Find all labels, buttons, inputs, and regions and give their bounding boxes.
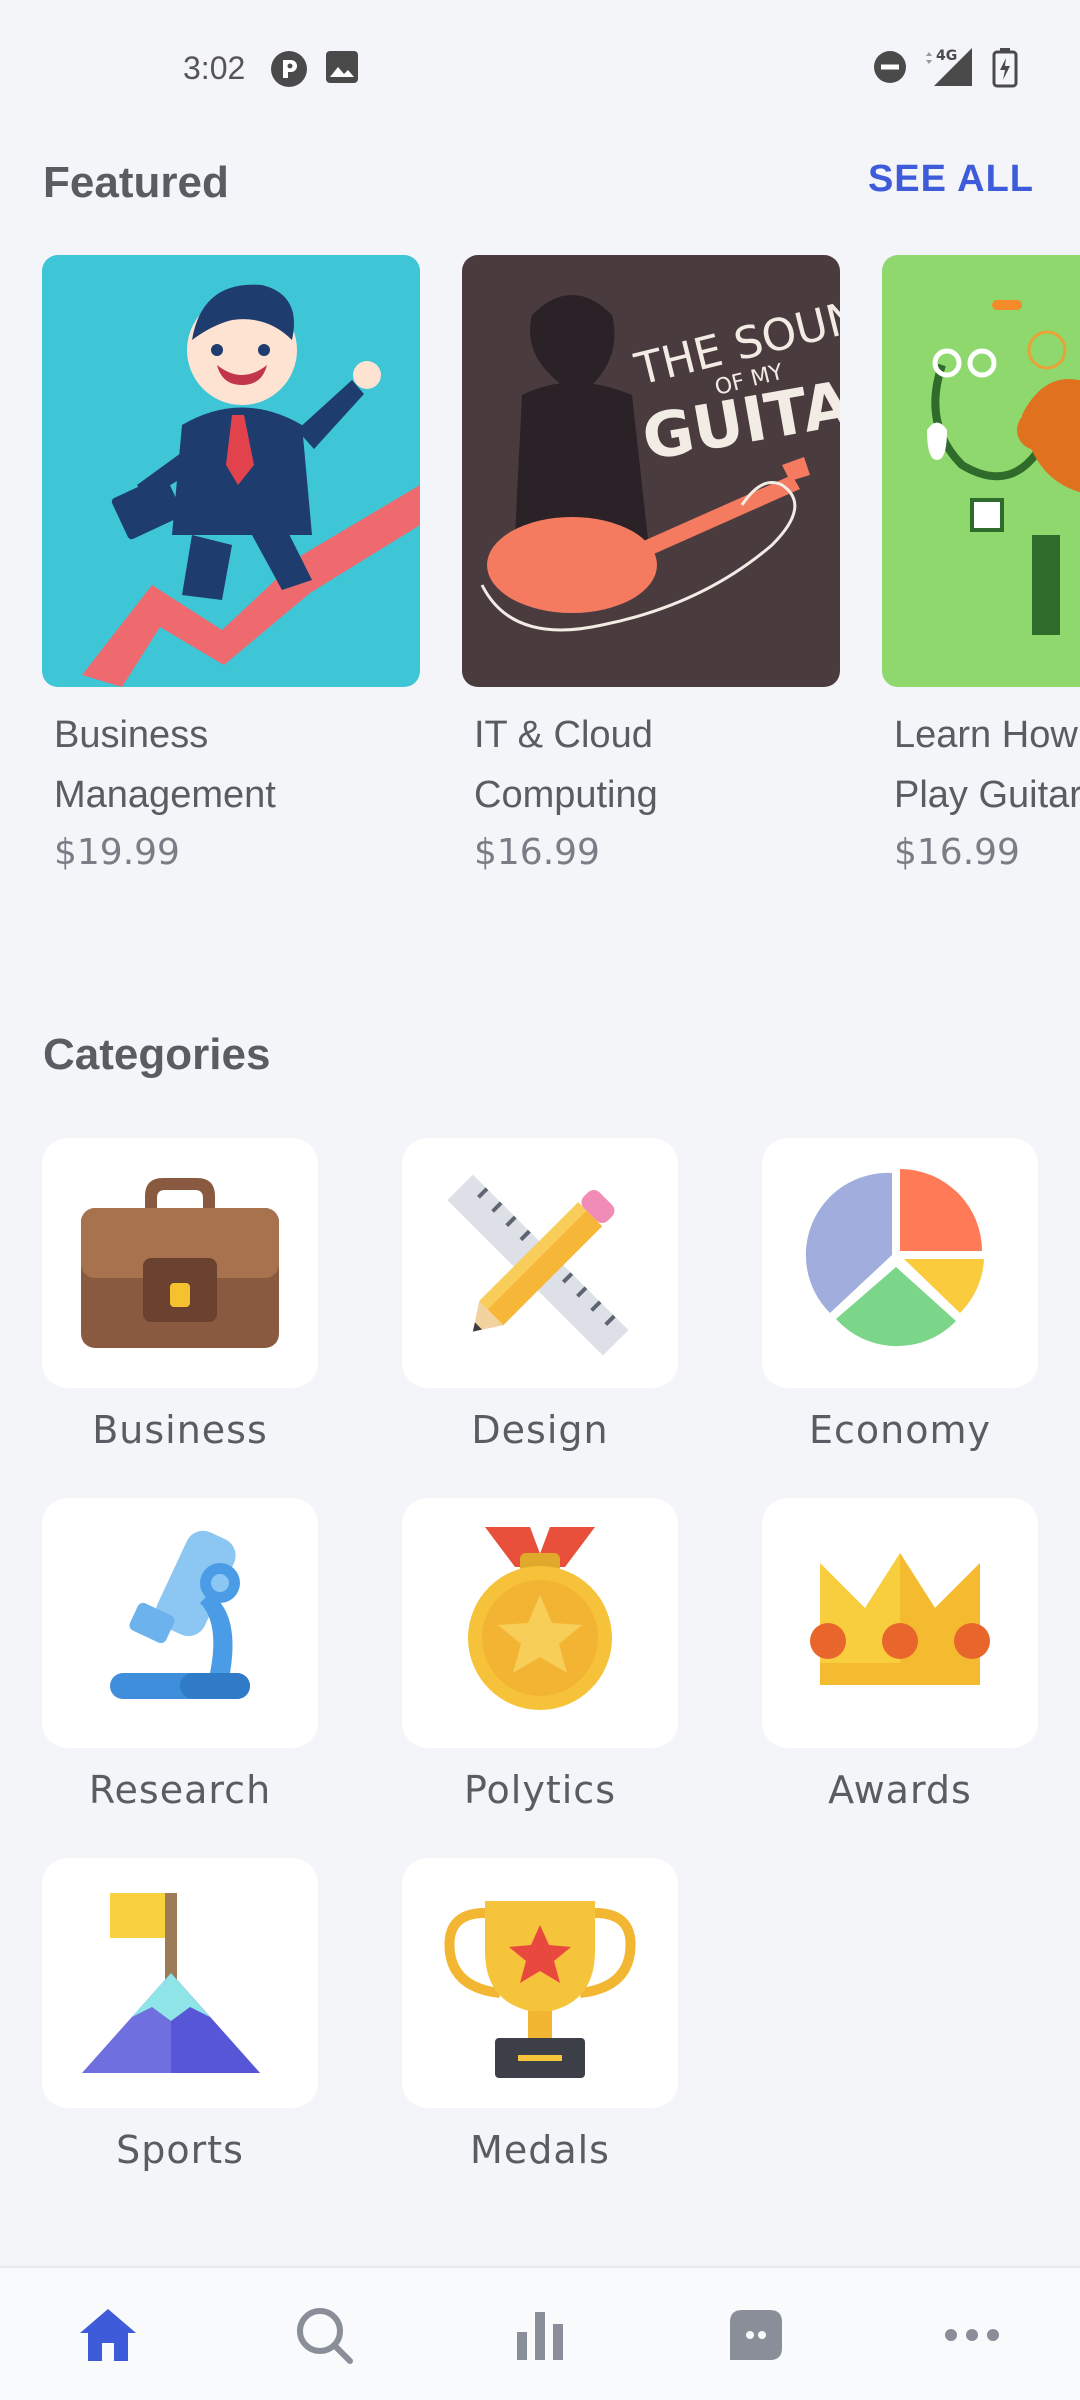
- nav-chat[interactable]: [648, 2268, 864, 2400]
- microscope-icon: [110, 1530, 250, 1699]
- signal-icon: 4G: [922, 46, 974, 92]
- nav-home[interactable]: [0, 2268, 216, 2400]
- mountain-flag-icon: [82, 1893, 260, 2073]
- category-label: Medals: [470, 2128, 610, 2172]
- category-label: Economy: [809, 1408, 991, 1452]
- course-title-line1: Business: [54, 714, 209, 756]
- category-sports[interactable]: Sports: [42, 1858, 318, 2172]
- category-tile[interactable]: [762, 1138, 1038, 1388]
- status-bar: 3:02 4G: [0, 0, 1080, 140]
- more-icon: [945, 2329, 999, 2341]
- course-title-line2: Management: [54, 774, 276, 816]
- home-icon: [80, 2309, 136, 2361]
- course-price: $16.99: [474, 832, 600, 873]
- bar-chart-icon: [517, 2312, 563, 2360]
- category-label: Sports: [116, 2128, 244, 2172]
- course-thumbnail: [42, 255, 420, 687]
- bottom-navigation: [0, 2266, 1080, 2400]
- pie-chart-icon: [805, 1169, 984, 1347]
- featured-carousel[interactable]: Business Management $19.99 THE SOUND OF …: [0, 255, 1080, 895]
- network-type-label: 4G: [936, 48, 957, 64]
- status-time: 3:02: [183, 50, 246, 86]
- course-card[interactable]: Learn How to Play Guitar $16.99: [882, 255, 1080, 881]
- category-label: Business: [92, 1408, 268, 1452]
- course-card[interactable]: Business Management $19.99: [42, 255, 420, 881]
- course-price: $16.99: [894, 832, 1020, 873]
- category-label: Design: [471, 1408, 609, 1452]
- briefcase-icon: [81, 1178, 279, 1348]
- course-title-line2: Play Guitar: [894, 774, 1080, 816]
- category-tile[interactable]: [402, 1138, 678, 1388]
- battery-charging-icon: [992, 48, 1018, 92]
- search-icon: [297, 2308, 353, 2364]
- category-label: Polytics: [463, 1768, 616, 1812]
- category-economy[interactable]: Economy: [762, 1138, 1038, 1452]
- featured-title: Featured: [43, 158, 229, 207]
- nav-more[interactable]: [864, 2268, 1080, 2400]
- category-tile[interactable]: [42, 1138, 318, 1388]
- categories-title: Categories: [43, 1030, 271, 1079]
- image-icon: [325, 50, 359, 88]
- course-card[interactable]: THE SOUND OF MY GUITAR IT & Cloud Comput…: [462, 255, 840, 881]
- category-business[interactable]: Business: [42, 1138, 318, 1452]
- course-thumbnail: [882, 255, 1080, 687]
- medal-icon: [468, 1527, 612, 1710]
- category-tile[interactable]: [42, 1498, 318, 1748]
- trophy-icon: [444, 1901, 636, 2078]
- category-research[interactable]: Research: [42, 1498, 318, 1812]
- category-awards[interactable]: Awards: [762, 1498, 1038, 1812]
- ruler-pencil-icon: [447, 1174, 629, 1356]
- category-tile[interactable]: [42, 1858, 318, 2108]
- course-price: $19.99: [54, 832, 180, 873]
- course-title-line2: Computing: [474, 774, 658, 816]
- category-tile[interactable]: [762, 1498, 1038, 1748]
- data-saver-icon: [270, 50, 308, 92]
- nav-stats[interactable]: [432, 2268, 648, 2400]
- category-label: Research: [88, 1768, 272, 1812]
- category-polytics[interactable]: Polytics: [402, 1498, 678, 1812]
- course-title-line1: Learn How to: [894, 714, 1080, 756]
- dnd-icon: [873, 50, 907, 88]
- course-thumbnail: THE SOUND OF MY GUITAR: [462, 255, 840, 687]
- category-design[interactable]: Design: [402, 1138, 678, 1452]
- category-label: Awards: [828, 1768, 972, 1812]
- category-medals[interactable]: Medals: [402, 1858, 678, 2172]
- see-all-button[interactable]: SEE ALL: [868, 158, 1034, 201]
- course-title-line1: IT & Cloud: [474, 714, 653, 756]
- category-tile[interactable]: [402, 1858, 678, 2108]
- crown-icon: [810, 1553, 990, 1685]
- chat-icon: [730, 2310, 782, 2360]
- category-tile[interactable]: [402, 1498, 678, 1748]
- nav-search[interactable]: [216, 2268, 432, 2400]
